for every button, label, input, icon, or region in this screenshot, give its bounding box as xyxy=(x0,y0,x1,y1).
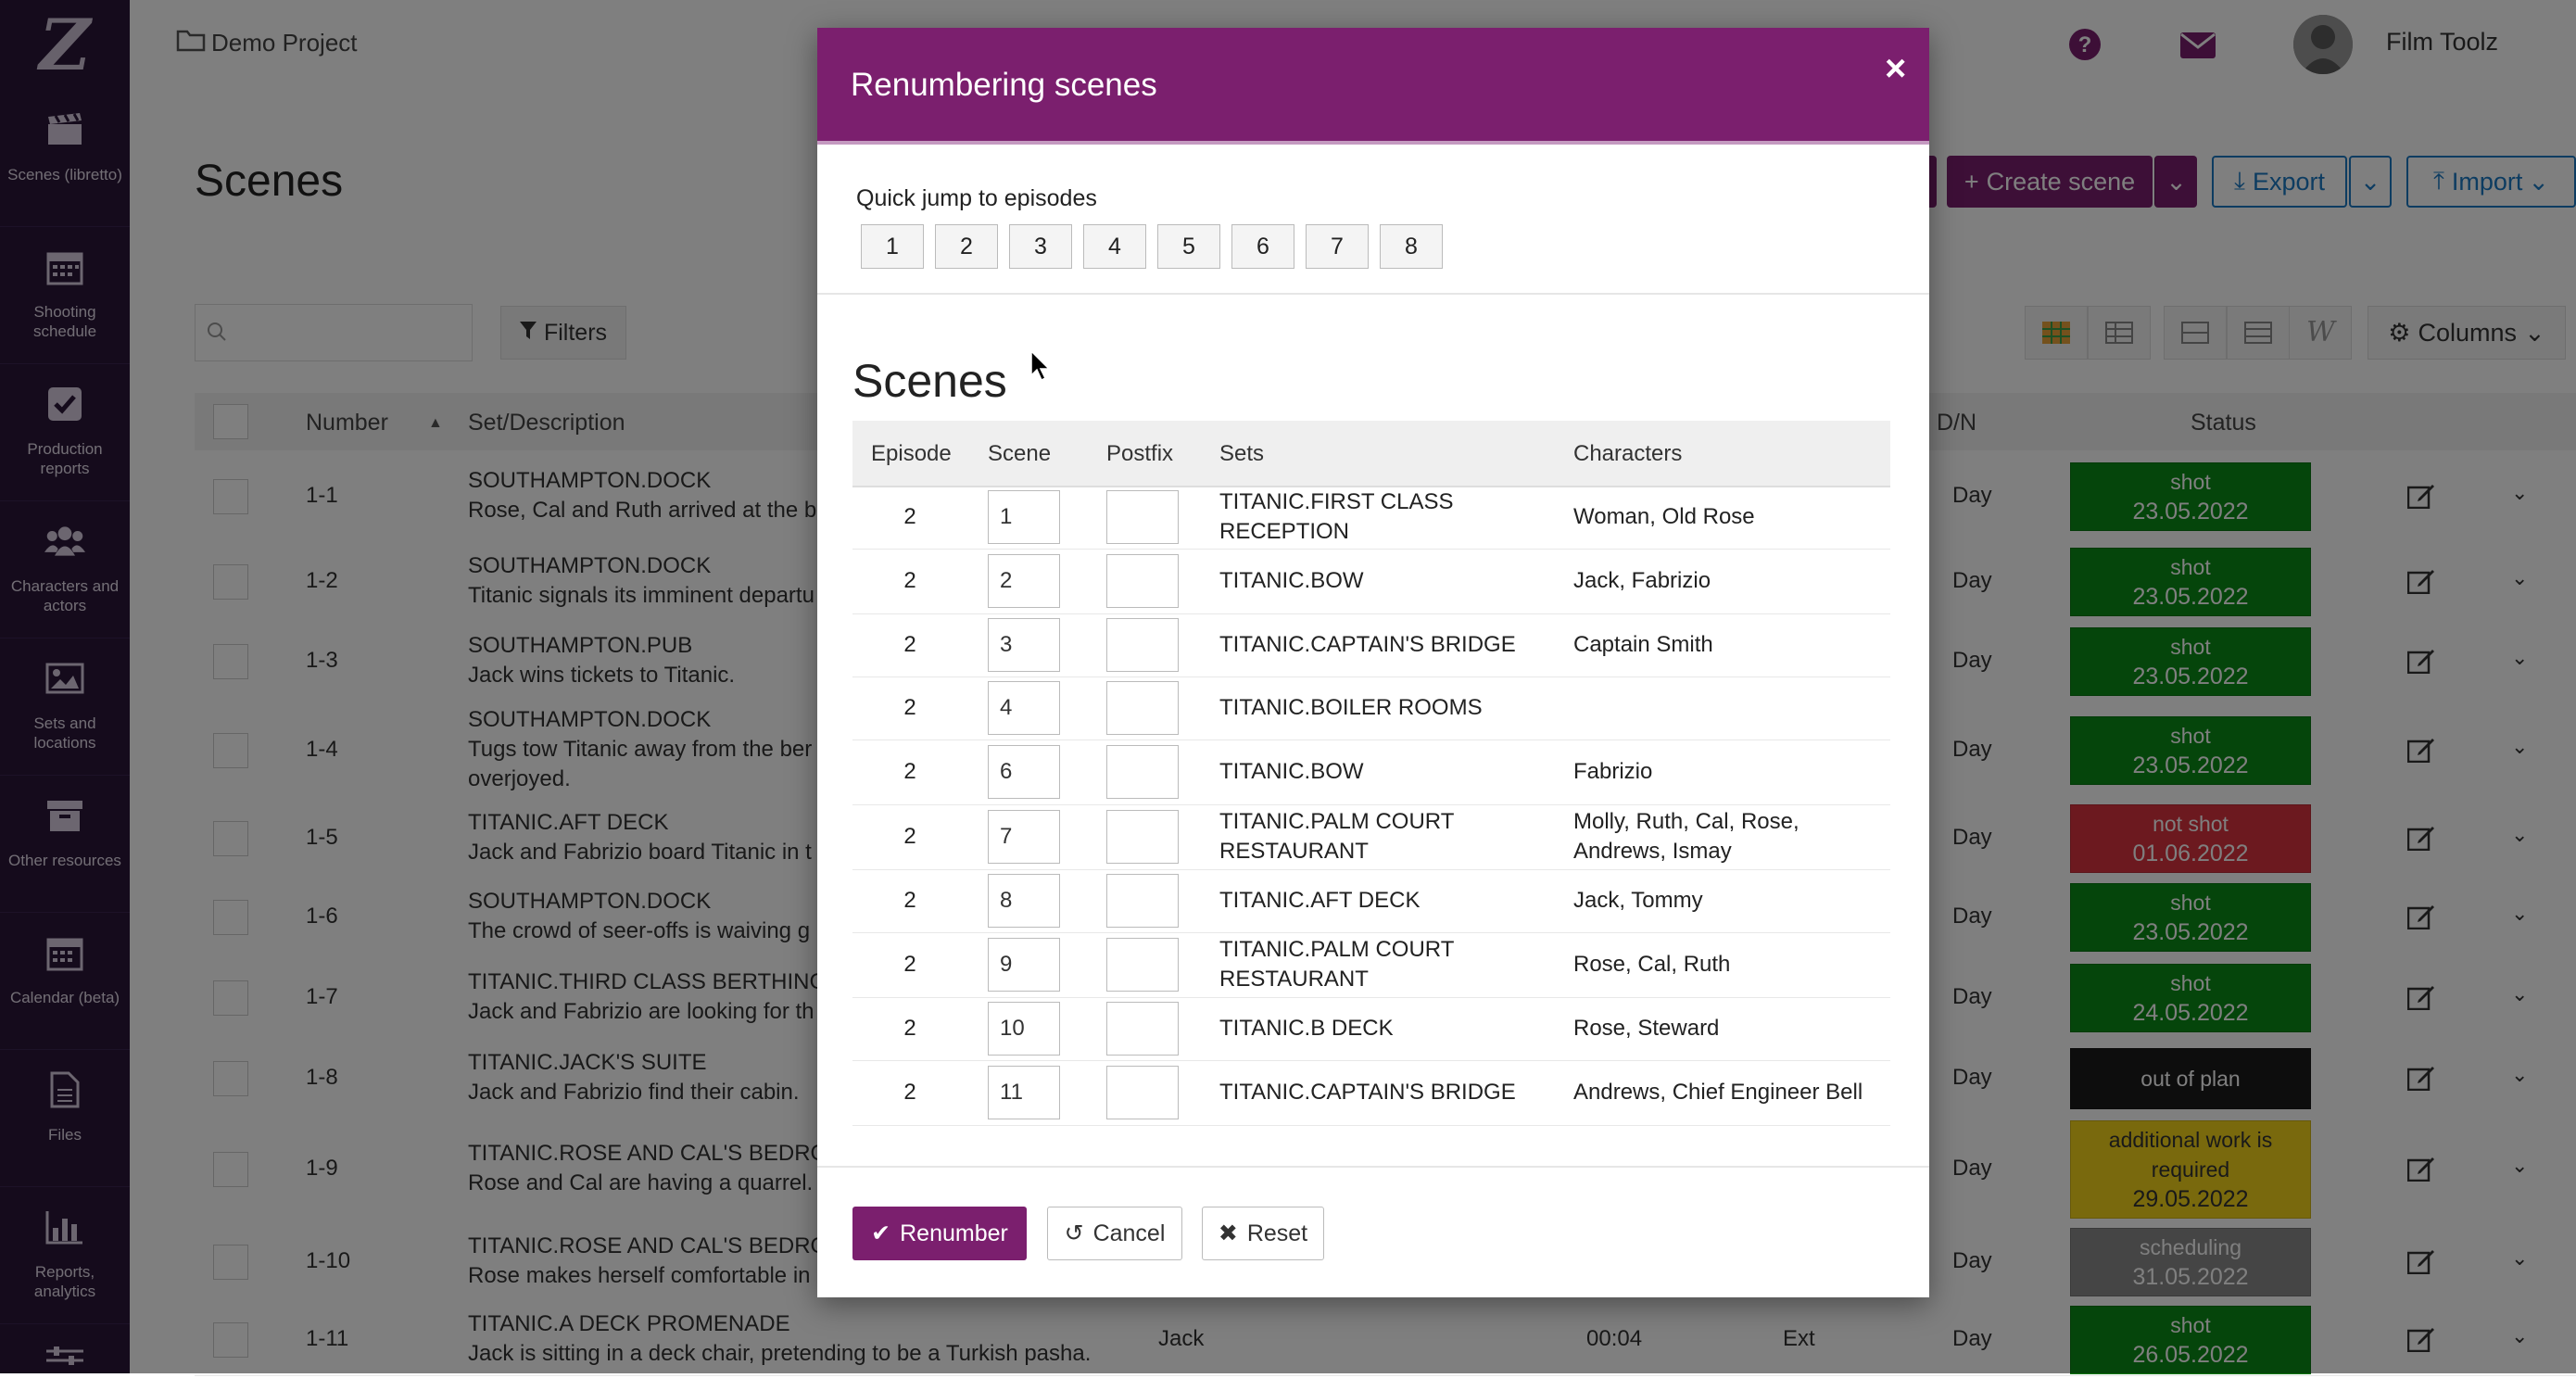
col-postfix: Postfix xyxy=(1106,441,1174,466)
renumber-row: 2 7 TITANIC.PALM COURT RESTAURANT Molly,… xyxy=(852,804,1890,870)
row-characters: Woman, Old Rose xyxy=(1573,504,1755,529)
scenes-heading: Scenes xyxy=(852,355,1007,407)
postfix-input[interactable] xyxy=(1106,554,1179,608)
col-characters: Characters xyxy=(1573,441,1683,466)
scene-number-input[interactable]: 4 xyxy=(988,681,1060,735)
episode-jump-button[interactable]: 2 xyxy=(935,224,998,269)
row-sets: TITANIC.PALM COURT RESTAURANT xyxy=(1219,937,1454,992)
postfix-input[interactable] xyxy=(1106,938,1179,992)
renumber-row: 2 8 TITANIC.AFT DECK Jack, Tommy xyxy=(852,869,1890,933)
row-sets: TITANIC.BOW xyxy=(1219,759,1364,784)
postfix-input[interactable] xyxy=(1106,1066,1179,1119)
postfix-input[interactable] xyxy=(1106,874,1179,928)
row-characters: Molly, Ruth, Cal, Rose, Andrews, Ismay xyxy=(1573,809,1799,864)
scene-number-input[interactable]: 6 xyxy=(988,745,1060,799)
episode-jump-button[interactable]: 5 xyxy=(1157,224,1220,269)
postfix-input[interactable] xyxy=(1106,745,1179,799)
row-episode: 2 xyxy=(903,1080,916,1105)
row-episode: 2 xyxy=(903,504,916,529)
row-episode: 2 xyxy=(903,695,916,720)
divider xyxy=(817,1166,1929,1168)
renumber-row: 2 2 TITANIC.BOW Jack, Fabrizio xyxy=(852,549,1890,614)
mouse-cursor-icon xyxy=(1030,349,1051,386)
col-episode: Episode xyxy=(871,441,952,466)
episode-jump-button[interactable]: 7 xyxy=(1306,224,1369,269)
row-sets: TITANIC.BOW xyxy=(1219,568,1364,593)
row-sets: TITANIC.PALM COURT RESTAURANT xyxy=(1219,809,1454,864)
check-icon: ✔ xyxy=(871,1220,891,1246)
modal-table-header: Episode Scene Postfix Sets Characters xyxy=(852,421,1890,487)
episode-jump-button[interactable]: 8 xyxy=(1380,224,1443,269)
postfix-input[interactable] xyxy=(1106,681,1179,735)
postfix-input[interactable] xyxy=(1106,1002,1179,1056)
renumber-row: 2 4 TITANIC.BOILER ROOMS xyxy=(852,676,1890,740)
scene-number-input[interactable]: 9 xyxy=(988,938,1060,992)
row-sets: TITANIC.CAPTAIN'S BRIDGE xyxy=(1219,632,1516,657)
scene-number-input[interactable]: 1 xyxy=(988,490,1060,544)
row-sets: TITANIC.AFT DECK xyxy=(1219,888,1421,913)
reset-button[interactable]: ✖ Reset xyxy=(1202,1207,1324,1260)
row-characters: Jack, Tommy xyxy=(1573,888,1703,913)
renumber-row: 2 1 TITANIC.FIRST CLASS RECEPTION Woman,… xyxy=(852,486,1890,550)
renumber-row: 2 11 TITANIC.CAPTAIN'S BRIDGE Andrews, C… xyxy=(852,1060,1890,1126)
scene-number-input[interactable]: 7 xyxy=(988,810,1060,864)
episode-jump-button[interactable]: 6 xyxy=(1231,224,1294,269)
row-episode: 2 xyxy=(903,952,916,977)
postfix-input[interactable] xyxy=(1106,490,1179,544)
row-episode: 2 xyxy=(903,759,916,784)
postfix-input[interactable] xyxy=(1106,810,1179,864)
row-characters: Andrews, Chief Engineer Bell xyxy=(1573,1080,1863,1105)
renumber-button[interactable]: ✔ Renumber xyxy=(852,1207,1027,1260)
scene-number-input[interactable]: 10 xyxy=(988,1002,1060,1056)
undo-icon: ↺ xyxy=(1064,1220,1084,1246)
row-sets: TITANIC.FIRST CLASS RECEPTION xyxy=(1219,489,1454,544)
col-sets: Sets xyxy=(1219,441,1265,466)
row-episode: 2 xyxy=(903,1016,916,1041)
row-sets: TITANIC.CAPTAIN'S BRIDGE xyxy=(1219,1080,1516,1105)
renumber-row: 2 3 TITANIC.CAPTAIN'S BRIDGE Captain Smi… xyxy=(852,613,1890,677)
row-characters: Jack, Fabrizio xyxy=(1573,568,1711,593)
scene-number-input[interactable]: 2 xyxy=(988,554,1060,608)
episode-jump-button[interactable]: 3 xyxy=(1009,224,1072,269)
episode-jump-button[interactable]: 1 xyxy=(861,224,924,269)
x-icon: ✖ xyxy=(1218,1220,1238,1246)
scene-number-input[interactable]: 8 xyxy=(988,874,1060,928)
scene-number-input[interactable]: 11 xyxy=(988,1066,1060,1119)
episode-jump-button[interactable]: 4 xyxy=(1083,224,1146,269)
row-episode: 2 xyxy=(903,632,916,657)
row-characters: Rose, Cal, Ruth xyxy=(1573,952,1731,977)
row-episode: 2 xyxy=(903,824,916,849)
renumber-row: 2 10 TITANIC.B DECK Rose, Steward xyxy=(852,997,1890,1061)
modal-header: Renumbering scenes × xyxy=(817,28,1929,145)
row-sets: TITANIC.B DECK xyxy=(1219,1016,1394,1041)
quick-jump-label: Quick jump to episodes xyxy=(856,185,1097,211)
cancel-button[interactable]: ↺ Cancel xyxy=(1047,1207,1182,1260)
col-scene: Scene xyxy=(988,441,1052,466)
row-episode: 2 xyxy=(903,568,916,593)
row-sets: TITANIC.BOILER ROOMS xyxy=(1219,695,1483,720)
renumber-row: 2 9 TITANIC.PALM COURT RESTAURANT Rose, … xyxy=(852,932,1890,998)
close-icon[interactable]: × xyxy=(1885,48,1906,90)
row-characters: Rose, Steward xyxy=(1573,1016,1720,1041)
divider xyxy=(817,293,1929,295)
scene-number-input[interactable]: 3 xyxy=(988,618,1060,672)
row-characters: Fabrizio xyxy=(1573,759,1653,784)
renumber-row: 2 6 TITANIC.BOW Fabrizio xyxy=(852,740,1890,805)
row-episode: 2 xyxy=(903,888,916,913)
postfix-input[interactable] xyxy=(1106,618,1179,672)
row-characters: Captain Smith xyxy=(1573,632,1713,657)
modal-title: Renumbering scenes xyxy=(851,67,1157,103)
renumber-modal: Renumbering scenes × Quick jump to episo… xyxy=(817,28,1929,1297)
